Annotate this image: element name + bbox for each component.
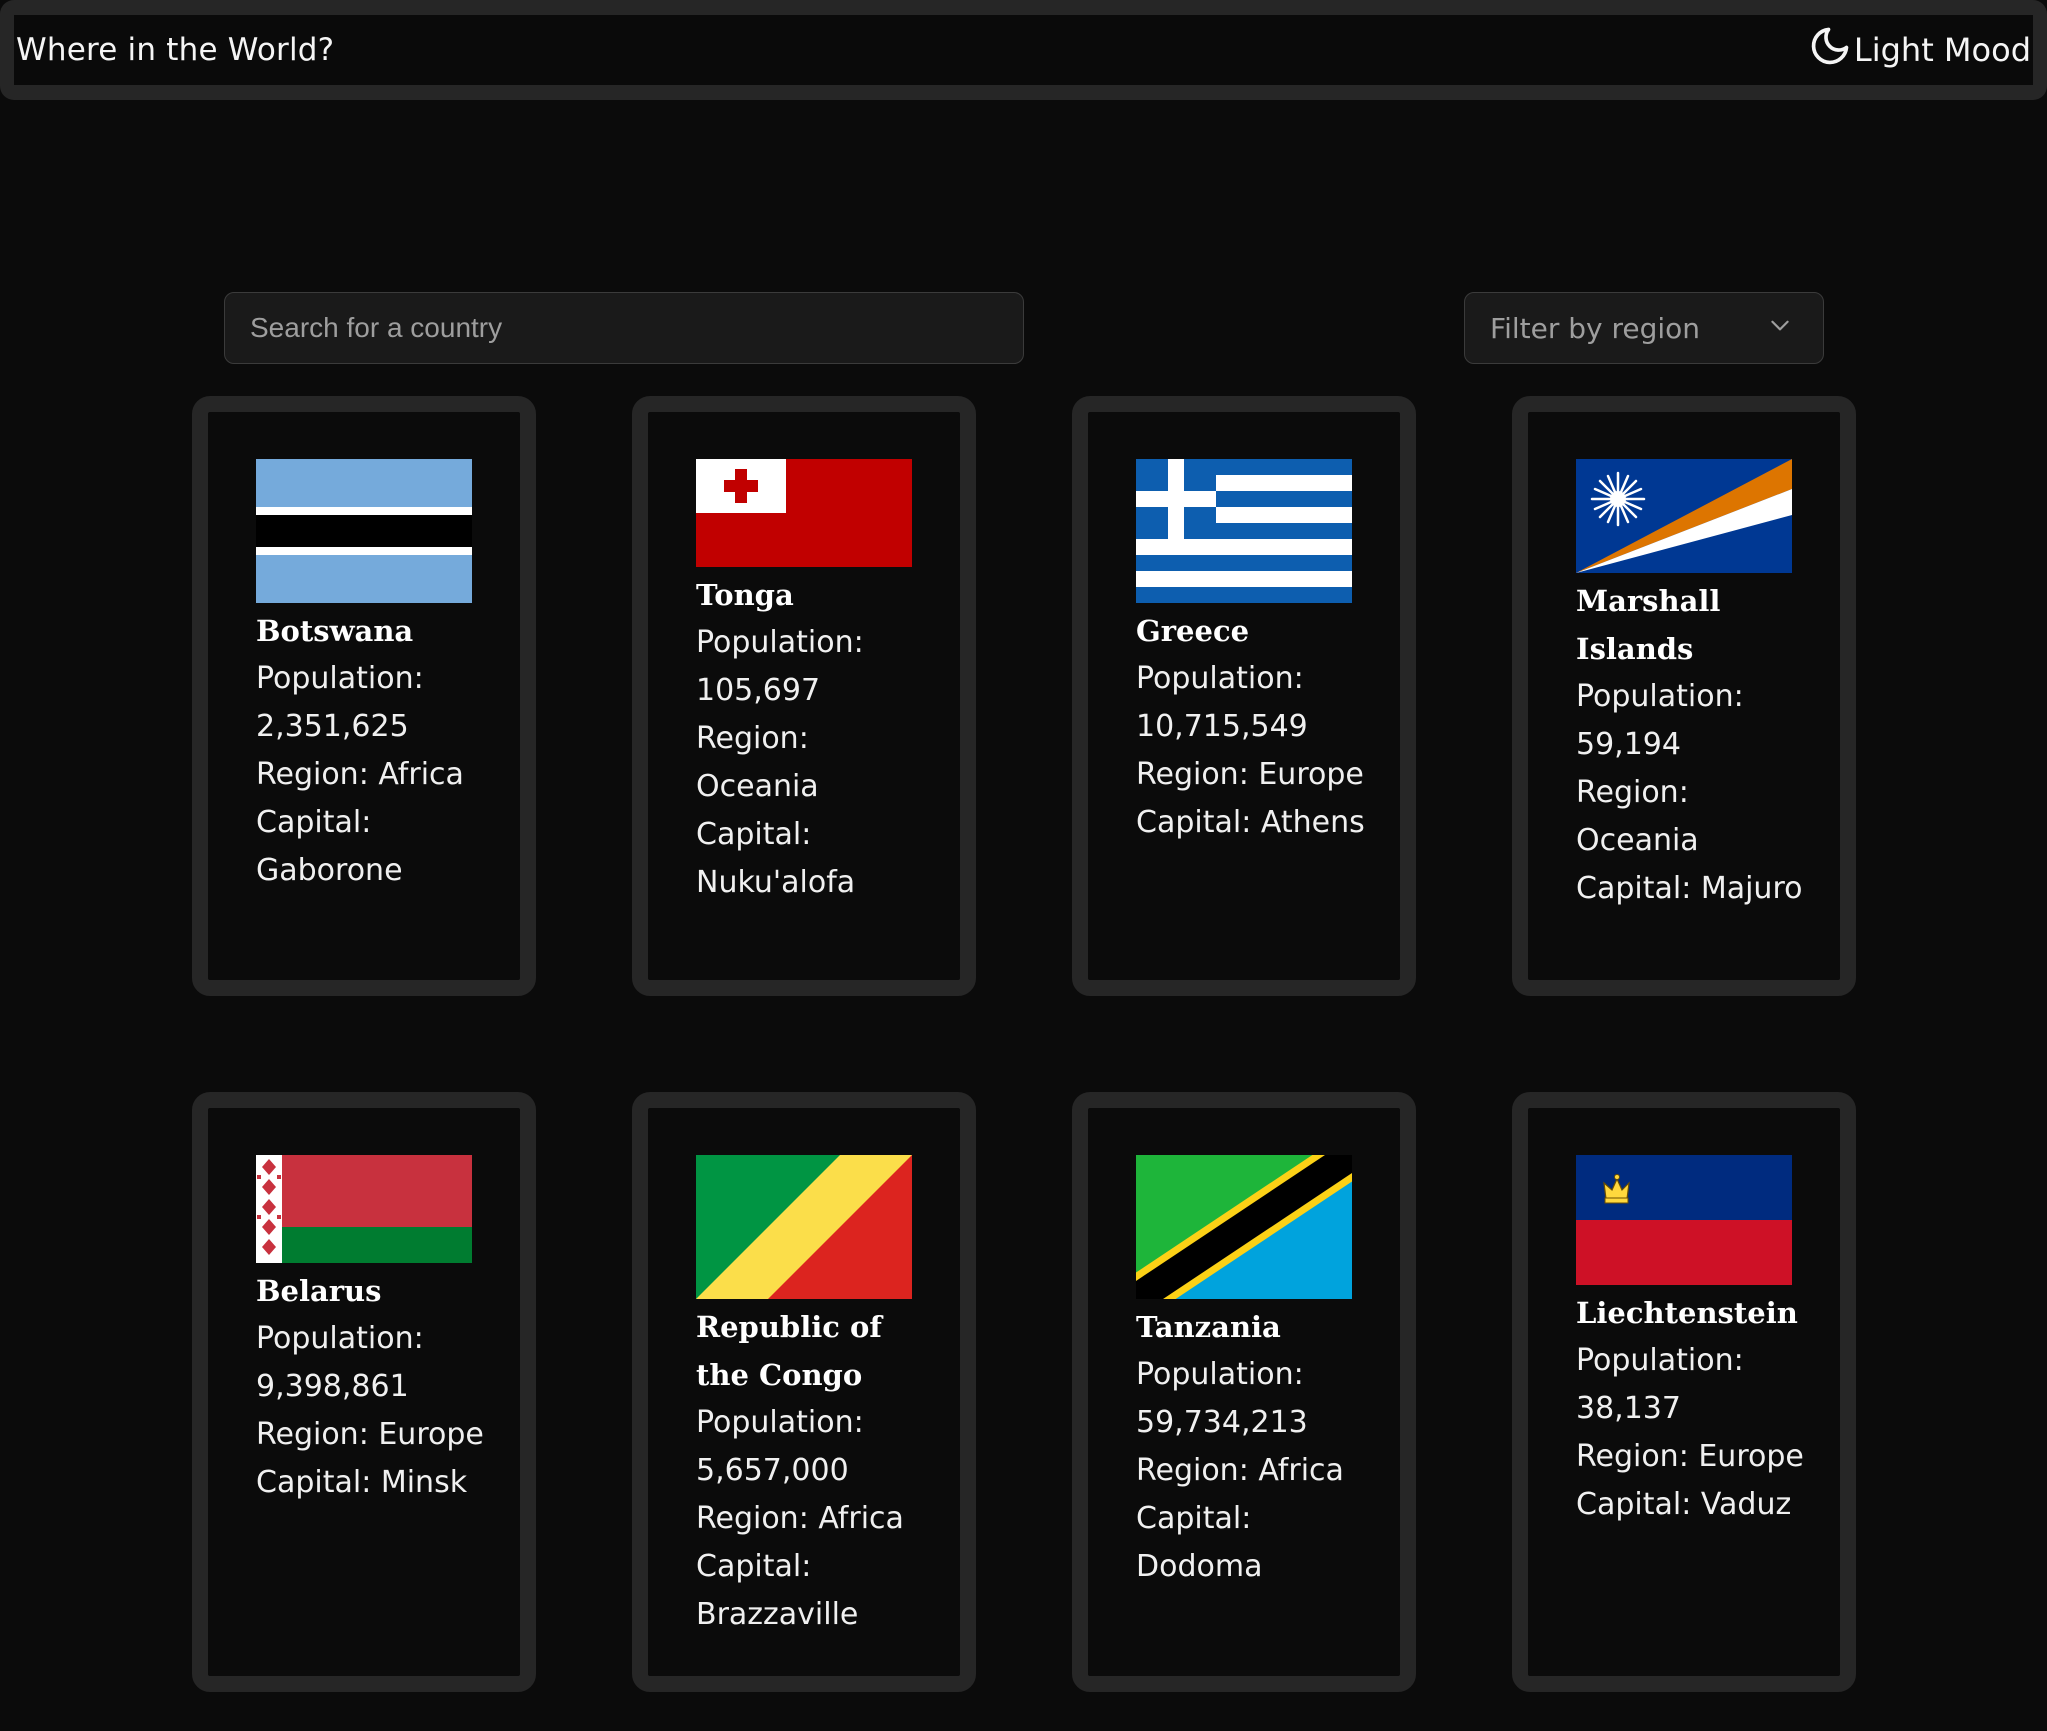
header-inner: Where in the World? Light Mood [14, 15, 2033, 85]
region-line: Region: Europe [1576, 1439, 1804, 1474]
flag-marshall-islands [1576, 459, 1792, 573]
region-value: Oceania [1576, 823, 1699, 858]
population-label: Population: [696, 625, 864, 660]
country-card-greece[interactable]: Greece Population: 10,715,549 Region: Eu… [1072, 396, 1416, 996]
flag-liechtenstein [1576, 1155, 1792, 1285]
flag-greece [1136, 459, 1352, 603]
country-name: Botswana [256, 614, 414, 648]
app-title: Where in the World? [16, 32, 335, 68]
country-name-line-1: Marshall [1576, 584, 1721, 618]
region-label: Region: [1576, 775, 1689, 810]
capital-value: Dodoma [1136, 1549, 1263, 1584]
region-line: Region: Africa [256, 757, 464, 792]
region-label: Region: [696, 721, 809, 756]
population-label: Population: [696, 1405, 864, 1440]
population-value: 59,194 [1576, 727, 1681, 762]
capital-label: Capital: [696, 817, 812, 852]
country-card-botswana[interactable]: Botswana Population: 2,351,625 Region: A… [192, 396, 536, 996]
flag-belarus [256, 1155, 472, 1263]
capital-line: Capital: Minsk [256, 1465, 468, 1500]
flag-republic-of-the-congo [696, 1155, 912, 1299]
country-name-line-2: Islands [1576, 632, 1694, 666]
country-card-marshall-islands[interactable]: Marshall Islands Population: 59,194 Regi… [1512, 396, 1856, 996]
capital-value: Nuku'alofa [696, 865, 856, 900]
region-value: Oceania [696, 769, 819, 804]
country-card-tonga[interactable]: Tonga Population: 105,697 Region: Oceani… [632, 396, 976, 996]
region-line: Region: Africa [696, 1501, 904, 1536]
country-name: Tonga [696, 578, 794, 612]
country-name: Greece [1136, 614, 1250, 648]
region-filter-select[interactable]: Filter by region [1464, 292, 1824, 364]
population-label: Population: [1576, 1343, 1744, 1378]
country-name-line-1: Republic of [696, 1310, 882, 1344]
country-name: Belarus [256, 1274, 382, 1308]
population-value: 5,657,000 [696, 1453, 849, 1488]
theme-toggle-button[interactable]: Light Mood [1808, 24, 2031, 76]
region-line: Region: Africa [1136, 1453, 1344, 1488]
header-bar: Where in the World? Light Mood [0, 0, 2047, 100]
flag-botswana [256, 459, 472, 603]
search-input[interactable] [224, 292, 1024, 364]
country-card-republic-of-the-congo[interactable]: Republic of the Congo Population: 5,657,… [632, 1092, 976, 1692]
population-value: 59,734,213 [1136, 1405, 1308, 1440]
region-filter-label: Filter by region [1490, 311, 1701, 345]
capital-line: Capital: Vaduz [1576, 1487, 1792, 1522]
region-line: Region: Europe [1136, 757, 1364, 792]
capital-value: Brazzaville [696, 1597, 859, 1632]
country-card-belarus[interactable]: Belarus Population: 9,398,861 Region: Eu… [192, 1092, 536, 1692]
capital-label: Capital: [1136, 1501, 1252, 1536]
capital-label: Capital: [696, 1549, 812, 1584]
country-name: Tanzania [1136, 1310, 1281, 1344]
capital-line: Capital: Athens [1136, 805, 1365, 840]
population-value: 9,398,861 [256, 1369, 409, 1404]
region-line: Region: Europe [256, 1417, 484, 1452]
country-card-liechtenstein[interactable]: Liechtenstein Population: 38,137 Region:… [1512, 1092, 1856, 1692]
flag-tanzania [1136, 1155, 1352, 1299]
capital-value: Gaborone [256, 853, 403, 888]
population-value: 38,137 [1576, 1391, 1681, 1426]
population-label: Population: [256, 661, 424, 696]
flag-tonga [696, 459, 912, 567]
capital-line: Capital: Majuro [1576, 871, 1803, 906]
population-value: 10,715,549 [1136, 709, 1308, 744]
theme-toggle-label: Light Mood [1853, 31, 2031, 69]
population-label: Population: [1136, 661, 1304, 696]
population-label: Population: [1576, 679, 1744, 714]
population-value: 2,351,625 [256, 709, 409, 744]
country-name: Liechtenstein [1576, 1296, 1798, 1330]
country-name-line-2: the Congo [696, 1358, 863, 1392]
population-value: 105,697 [696, 673, 821, 708]
moon-icon [1808, 24, 1852, 76]
population-label: Population: [256, 1321, 424, 1356]
chevron-down-icon [1767, 312, 1793, 345]
population-label: Population: [1136, 1357, 1304, 1392]
capital-label: Capital: [256, 805, 372, 840]
country-card-tanzania[interactable]: Tanzania Population: 59,734,213 Region: … [1072, 1092, 1416, 1692]
